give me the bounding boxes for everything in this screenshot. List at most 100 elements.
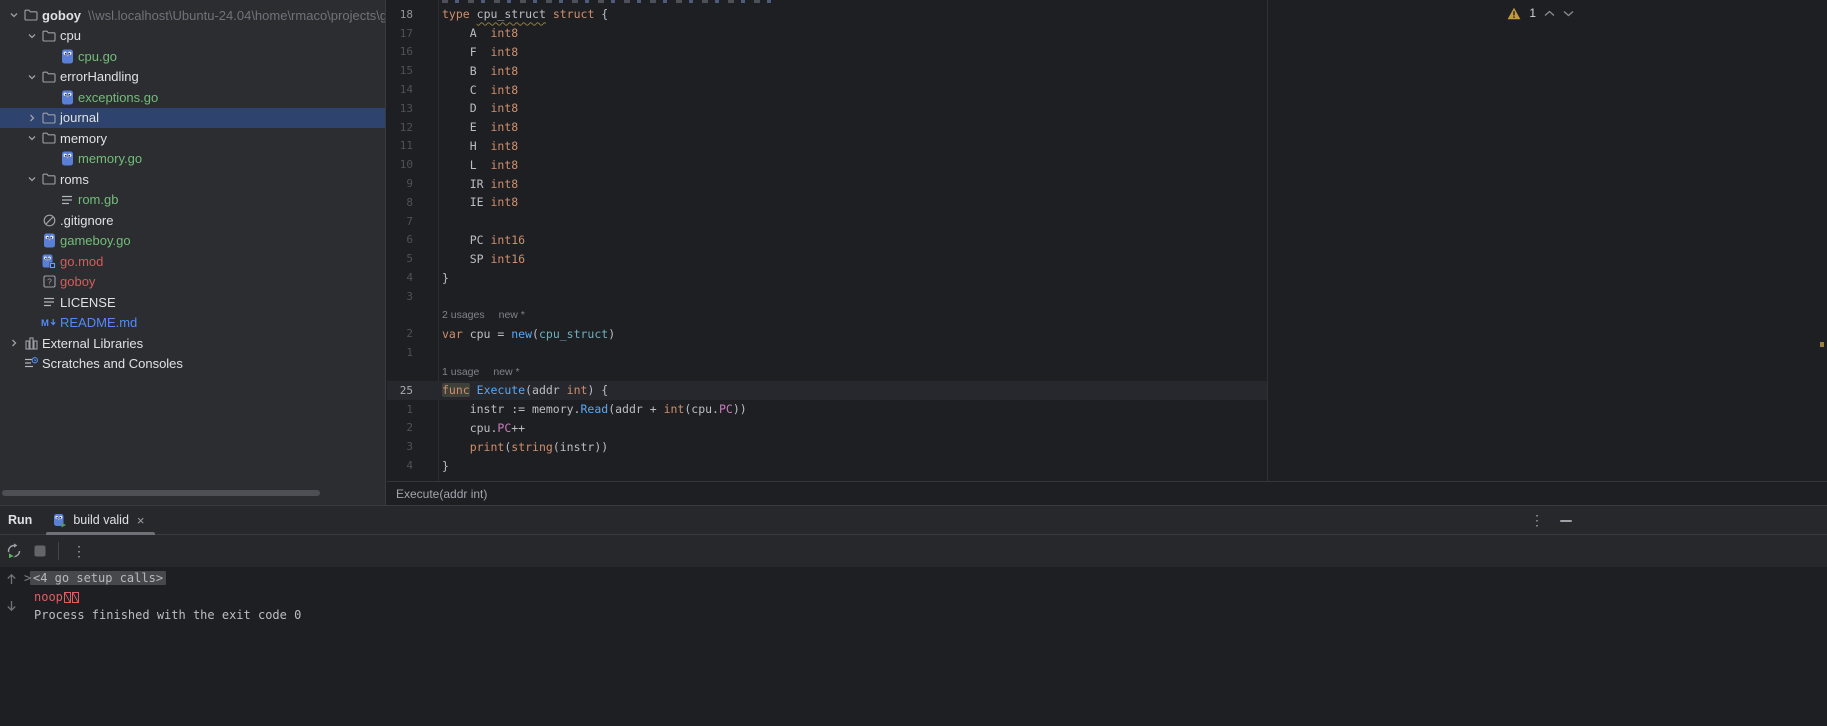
- tree-item-gameboy-go[interactable]: gameboy.go: [0, 231, 385, 252]
- code-text: PC int16: [413, 233, 525, 247]
- code-line[interactable]: 14 C int8: [387, 80, 1827, 99]
- tree-item-cpu-go[interactable]: cpu.go: [0, 46, 385, 67]
- code-editor[interactable]: 18type cpu_struct struct {17 A int816 F …: [387, 0, 1827, 481]
- code-text: var cpu = new(cpu_struct): [413, 327, 615, 341]
- tree-item-label: External Libraries: [42, 336, 143, 351]
- scrollbar-warning-stripe[interactable]: [1820, 342, 1824, 347]
- text-file-icon: [40, 297, 58, 307]
- code-line[interactable]: 2var cpu = new(cpu_struct): [387, 325, 1827, 344]
- code-line[interactable]: 2 cpu.PC++: [387, 419, 1827, 438]
- tree-item-memory[interactable]: memory: [0, 128, 385, 149]
- console-output: ><4 go setup calls>noopProcess finished …: [0, 569, 1827, 625]
- toolbar-more-icon[interactable]: ⋮: [67, 539, 91, 563]
- code-line[interactable]: 10 L int8: [387, 155, 1827, 174]
- code-text: 1 usagenew *: [413, 366, 520, 378]
- code-line[interactable]: 13 D int8: [387, 99, 1827, 118]
- project-tree-horizontal-scrollbar[interactable]: [2, 490, 320, 496]
- chevron-down-icon[interactable]: [24, 133, 40, 143]
- tree-item-goboy[interactable]: ?goboy: [0, 272, 385, 293]
- tree-item-memory-go[interactable]: memory.go: [0, 149, 385, 170]
- line-number[interactable]: 7: [387, 215, 413, 228]
- code-line[interactable]: 3 print(string(instr)): [387, 437, 1827, 456]
- tree-item-gitignore[interactable]: .gitignore: [0, 210, 385, 231]
- inspection-widget[interactable]: 1: [1507, 3, 1574, 23]
- code-text: instr := memory.Read(addr + int(cpu.PC)): [413, 402, 747, 416]
- line-number[interactable]: 10: [387, 158, 413, 171]
- line-number[interactable]: 2: [387, 421, 413, 434]
- line-number[interactable]: 18: [387, 8, 413, 21]
- tree-item-journal[interactable]: journal: [0, 108, 385, 129]
- tree-item-go-mod[interactable]: go.mod: [0, 251, 385, 272]
- next-problem-icon[interactable]: [1563, 10, 1574, 17]
- chevron-down-icon[interactable]: [24, 31, 40, 41]
- code-line[interactable]: 1 instr := memory.Read(addr + int(cpu.PC…: [387, 400, 1827, 419]
- hide-tool-window-icon[interactable]: [1560, 520, 1572, 522]
- code-line[interactable]: 11 H int8: [387, 137, 1827, 156]
- code-line[interactable]: 6 PC int16: [387, 231, 1827, 250]
- chevron-down-icon[interactable]: [24, 72, 40, 82]
- code-line[interactable]: 15 B int8: [387, 61, 1827, 80]
- run-tab-build-valid[interactable]: build valid ×: [46, 506, 154, 534]
- line-number[interactable]: 8: [387, 196, 413, 209]
- line-number[interactable]: 9: [387, 177, 413, 190]
- fold-marker-icon[interactable]: >: [24, 571, 31, 585]
- code-line[interactable]: 1: [387, 343, 1827, 362]
- line-number[interactable]: 15: [387, 64, 413, 77]
- chevron-right-icon[interactable]: [24, 113, 40, 123]
- console-text: noop: [34, 590, 63, 604]
- line-number[interactable]: 4: [387, 271, 413, 284]
- tree-item-cpu[interactable]: cpu: [0, 26, 385, 47]
- chevron-right-icon[interactable]: [6, 338, 22, 348]
- tree-item-rom-gb[interactable]: rom.gb: [0, 190, 385, 211]
- tree-item-external-libraries[interactable]: External Libraries: [0, 333, 385, 354]
- chevron-down-icon[interactable]: [6, 10, 22, 20]
- line-number[interactable]: 12: [387, 121, 413, 134]
- code-line[interactable]: 16 F int8: [387, 43, 1827, 62]
- code-line[interactable]: 3: [387, 287, 1827, 306]
- code-line[interactable]: 9 IR int8: [387, 174, 1827, 193]
- code-line[interactable]: 17 A int8: [387, 24, 1827, 43]
- folded-output-chip[interactable]: <4 go setup calls>: [30, 571, 166, 585]
- line-number[interactable]: 3: [387, 290, 413, 303]
- stop-button[interactable]: [28, 539, 52, 563]
- code-line[interactable]: 5 SP int16: [387, 249, 1827, 268]
- tree-item-license[interactable]: LICENSE: [0, 292, 385, 313]
- code-line[interactable]: 12 E int8: [387, 118, 1827, 137]
- run-panel-more-icon[interactable]: ⋮: [1530, 512, 1544, 529]
- line-number[interactable]: 1: [387, 403, 413, 416]
- line-number[interactable]: 4: [387, 459, 413, 472]
- code-line[interactable]: 4}: [387, 456, 1827, 475]
- tree-item-exceptions-go[interactable]: exceptions.go: [0, 87, 385, 108]
- line-number[interactable]: 5: [387, 252, 413, 265]
- line-number[interactable]: 14: [387, 83, 413, 96]
- tree-item-roms[interactable]: roms: [0, 169, 385, 190]
- tree-item-readme-md[interactable]: MREADME.md: [0, 313, 385, 334]
- code-text: }: [413, 459, 449, 473]
- run-console[interactable]: ><4 go setup calls>noopProcess finished …: [0, 567, 1827, 726]
- line-number[interactable]: 6: [387, 233, 413, 246]
- code-line[interactable]: 18type cpu_struct struct {: [387, 5, 1827, 24]
- line-number[interactable]: 1: [387, 346, 413, 359]
- text-file-icon: [58, 195, 76, 205]
- line-number[interactable]: 17: [387, 27, 413, 40]
- line-number[interactable]: 16: [387, 45, 413, 58]
- line-number[interactable]: 3: [387, 440, 413, 453]
- close-tab-icon[interactable]: ×: [137, 514, 145, 527]
- tree-item-scratches-and-consoles[interactable]: Scratches and Consoles: [0, 354, 385, 375]
- code-line[interactable]: 25func Execute(addr int) {: [387, 381, 1827, 400]
- chevron-down-icon[interactable]: [24, 174, 40, 184]
- line-number[interactable]: 25: [387, 384, 413, 397]
- code-line[interactable]: 8 IE int8: [387, 193, 1827, 212]
- breadcrumb[interactable]: Execute(addr int): [396, 487, 487, 501]
- tree-item-errorhandling[interactable]: errorHandling: [0, 67, 385, 88]
- line-number[interactable]: 2: [387, 327, 413, 340]
- code-line[interactable]: 7: [387, 212, 1827, 231]
- code-line[interactable]: 4}: [387, 268, 1827, 287]
- project-tree-panel: goboy\\wsl.localhost\Ubuntu-24.04\home\r…: [0, 0, 386, 505]
- tree-item-goboy[interactable]: goboy\\wsl.localhost\Ubuntu-24.04\home\r…: [0, 5, 385, 26]
- prev-problem-icon[interactable]: [1544, 10, 1555, 17]
- tree-item-label: goboy: [42, 8, 81, 23]
- rerun-button[interactable]: [2, 539, 26, 563]
- line-number[interactable]: 11: [387, 139, 413, 152]
- line-number[interactable]: 13: [387, 102, 413, 115]
